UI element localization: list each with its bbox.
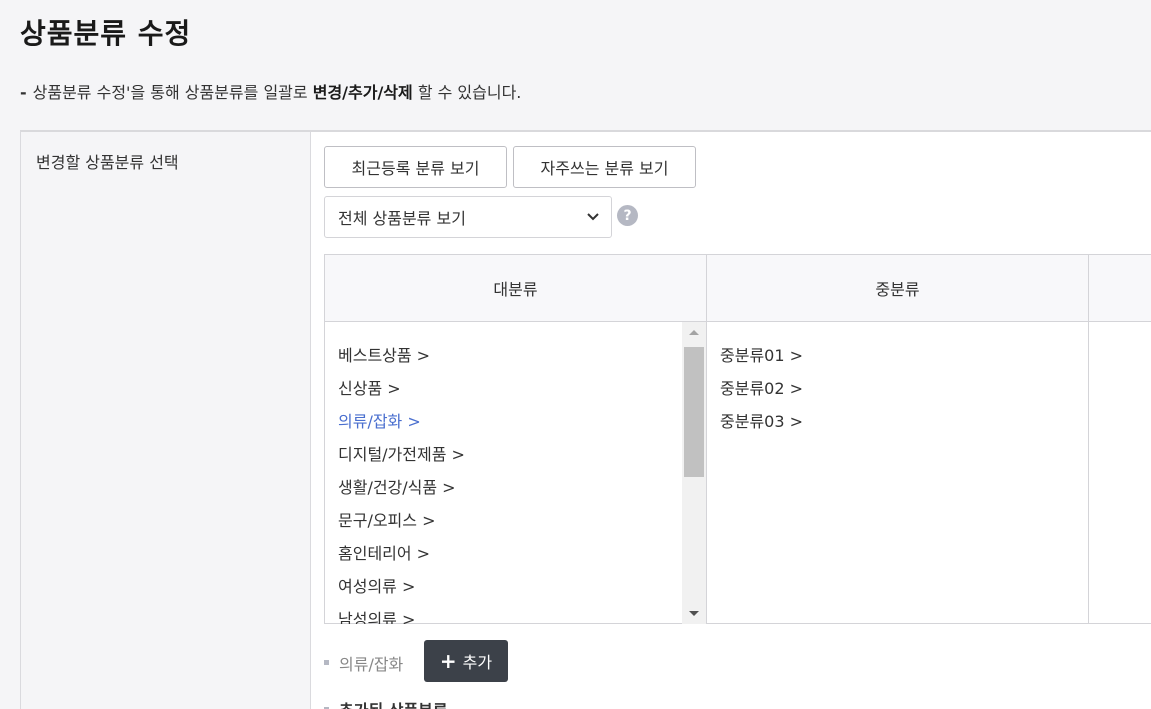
help-icon[interactable]: ? [617, 205, 638, 226]
category-table: 대분류 중분류 베스트상품 > 신상품 > 의류/잡화 > 디지털/가전제품 >… [324, 254, 1151, 624]
large-category-item-active[interactable]: 의류/잡화 > [338, 408, 421, 432]
select-value: 전체 상품분류 보기 [338, 209, 466, 228]
large-category-item[interactable]: 남성의류 > [338, 606, 415, 624]
scroll-up-arrow-icon[interactable] [682, 322, 706, 342]
large-category-item[interactable]: 신상품 > [338, 375, 401, 399]
plus-icon: + [439, 649, 457, 673]
page-description: - 상품분류 수정'을 통해 상품분류를 일괄로 변경/추가/삭제 할 수 있습니… [20, 79, 521, 103]
bullet-icon [324, 660, 329, 665]
chevron-down-icon [587, 213, 599, 221]
large-category-item[interactable]: 베스트상품 > [338, 342, 430, 366]
added-categories-label: 추가된 상품분류 [339, 697, 448, 709]
selected-category-text: 의류/잡화 [339, 655, 404, 674]
scroll-down-arrow-icon[interactable] [682, 604, 706, 624]
add-button-label: 추가 [462, 653, 493, 672]
small-category-header [1089, 255, 1151, 322]
medium-category-list[interactable]: 중분류01 > 중분류02 > 중분류03 > [707, 322, 1089, 624]
medium-category-item[interactable]: 중분류01 > [720, 342, 803, 366]
category-view-select[interactable]: 전체 상품분류 보기 [324, 196, 612, 238]
large-category-header: 대분류 [325, 255, 707, 322]
medium-category-item[interactable]: 중분류02 > [720, 375, 803, 399]
description-dash: - [20, 83, 27, 102]
form-label-cell: 변경할 상품분류 선택 [21, 132, 311, 709]
large-category-item[interactable]: 문구/오피스 > [338, 507, 435, 531]
large-category-item[interactable]: 여성의류 > [338, 573, 415, 597]
medium-category-header: 중분류 [707, 255, 1089, 322]
form-label: 변경할 상품분류 선택 [36, 153, 179, 172]
recent-categories-button[interactable]: 최근등록 분류 보기 [324, 146, 507, 188]
small-category-list[interactable] [1089, 322, 1151, 624]
large-category-scrollbar[interactable] [682, 322, 706, 624]
large-category-item[interactable]: 홈인테리어 > [338, 540, 430, 564]
large-category-item[interactable]: 디지털/가전제품 > [338, 441, 465, 465]
large-category-item[interactable]: 생활/건강/식품 > [338, 474, 456, 498]
medium-category-item[interactable]: 중분류03 > [720, 408, 803, 432]
scrollbar-thumb[interactable] [684, 347, 704, 477]
frequent-categories-button[interactable]: 자주쓰는 분류 보기 [513, 146, 696, 188]
category-form-table: 변경할 상품분류 선택 최근등록 분류 보기 자주쓰는 분류 보기 전체 상품분… [20, 130, 1151, 709]
large-category-list[interactable]: 베스트상품 > 신상품 > 의류/잡화 > 디지털/가전제품 > 생활/건강/식… [325, 322, 707, 624]
description-prefix: 상품분류 수정'을 통해 상품분류를 일괄로 [32, 83, 313, 102]
add-category-button[interactable]: + 추가 [424, 640, 508, 682]
page-title: 상품분류 수정 [20, 17, 192, 50]
form-content-cell: 최근등록 분류 보기 자주쓰는 분류 보기 전체 상품분류 보기 ? 대분류 중… [311, 132, 1151, 709]
description-bold: 변경/추가/삭제 [312, 83, 413, 102]
description-suffix: 할 수 있습니다. [412, 83, 522, 102]
